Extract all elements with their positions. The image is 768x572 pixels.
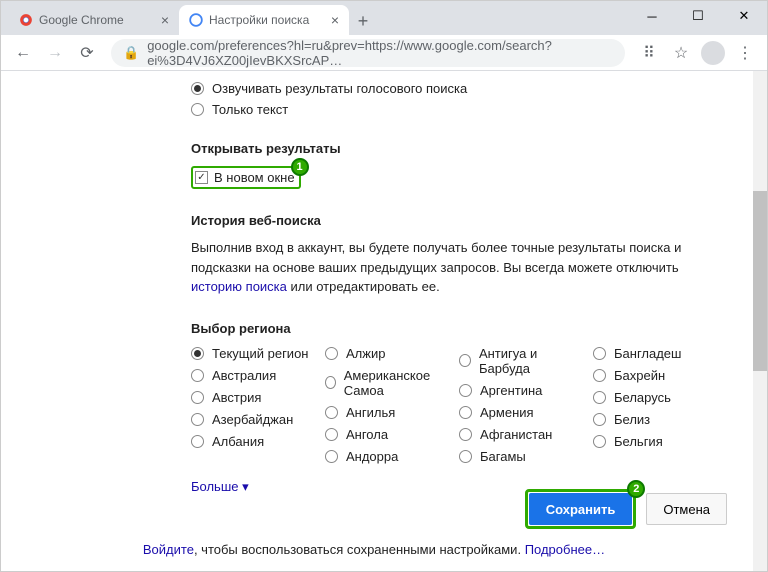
- region-option[interactable]: Белиз: [593, 412, 715, 427]
- forward-button[interactable]: →: [41, 39, 69, 67]
- radio-icon: [191, 347, 204, 360]
- radio-icon: [325, 406, 338, 419]
- region-option[interactable]: Австралия: [191, 368, 313, 383]
- new-tab-button[interactable]: +: [349, 7, 377, 35]
- radio-icon: [459, 354, 471, 367]
- region-option[interactable]: Азербайджан: [191, 412, 313, 427]
- url-text: google.com/preferences?hl=ru&prev=https:…: [147, 38, 613, 68]
- bookmark-icon[interactable]: ☆: [667, 39, 695, 67]
- maximize-button[interactable]: ☐: [675, 1, 721, 31]
- section-region: Выбор региона: [191, 321, 767, 336]
- back-button[interactable]: ←: [9, 39, 37, 67]
- region-option[interactable]: Аргентина: [459, 383, 581, 398]
- footer-actions: Сохранить 2 Отмена: [525, 489, 727, 529]
- section-history: История веб-поиска: [191, 213, 767, 228]
- region-option[interactable]: Австрия: [191, 390, 313, 405]
- region-grid: Текущий регион Австралия Австрия Азербайджа…: [191, 346, 767, 471]
- lock-icon: 🔒: [123, 45, 139, 61]
- avatar[interactable]: [699, 39, 727, 67]
- radio-icon: [459, 450, 472, 463]
- reload-button[interactable]: ⟳: [73, 39, 101, 67]
- chevron-down-icon: ▾: [242, 479, 249, 494]
- radio-icon: [191, 413, 204, 426]
- radio-icon: [593, 413, 606, 426]
- radio-icon: [593, 391, 606, 404]
- chrome-icon: [19, 13, 33, 27]
- save-button[interactable]: Сохранить: [529, 493, 633, 525]
- section-open-results: Открывать результаты: [191, 141, 767, 156]
- radio-icon: [593, 435, 606, 448]
- new-window-checkbox[interactable]: ✓ В новом окне: [195, 170, 295, 185]
- radio-icon: [191, 391, 204, 404]
- region-option[interactable]: Бахрейн: [593, 368, 715, 383]
- region-option[interactable]: Афганистан: [459, 427, 581, 442]
- region-option[interactable]: Алжир: [325, 346, 447, 361]
- page-content: Озвучивать результаты голосового поиска …: [1, 71, 767, 571]
- voice-option-text[interactable]: Только текст: [191, 102, 767, 117]
- close-button[interactable]: ✕: [721, 1, 767, 31]
- region-option[interactable]: Албания: [191, 434, 313, 449]
- radio-icon: [459, 428, 472, 441]
- region-option[interactable]: Беларусь: [593, 390, 715, 405]
- browser-titlebar: Google Chrome × Настройки поиска × + ─ ☐…: [1, 1, 767, 35]
- voice-option-speak[interactable]: Озвучивать результаты голосового поиска: [191, 81, 767, 96]
- radio-icon: [325, 428, 338, 441]
- browser-toolbar: ← → ⟳ 🔒 google.com/preferences?hl=ru&pre…: [1, 35, 767, 71]
- radio-icon: [459, 384, 472, 397]
- radio-icon: [191, 103, 204, 116]
- tab-title: Настройки поиска: [209, 13, 309, 27]
- footer-signin-text: Войдите, чтобы воспользоваться сохраненн…: [1, 542, 747, 557]
- region-option[interactable]: Ангилья: [325, 405, 447, 420]
- region-option[interactable]: Ангола: [325, 427, 447, 442]
- close-icon[interactable]: ×: [161, 12, 169, 28]
- close-icon[interactable]: ×: [331, 12, 339, 28]
- history-description: Выполнив вход в аккаунт, вы будете получ…: [191, 238, 721, 297]
- radio-icon: [325, 347, 338, 360]
- radio-icon: [191, 435, 204, 448]
- region-option[interactable]: Багамы: [459, 449, 581, 464]
- region-option[interactable]: Текущий регион: [191, 346, 313, 361]
- tab-1[interactable]: Настройки поиска ×: [179, 5, 349, 35]
- radio-icon: [325, 376, 336, 389]
- cancel-button[interactable]: Отмена: [646, 493, 727, 525]
- history-link[interactable]: историю поиска: [191, 279, 287, 294]
- scrollbar[interactable]: [753, 71, 767, 571]
- region-option[interactable]: Бангладеш: [593, 346, 715, 361]
- region-option[interactable]: Армения: [459, 405, 581, 420]
- radio-icon: [593, 347, 606, 360]
- address-bar[interactable]: 🔒 google.com/preferences?hl=ru&prev=http…: [111, 39, 625, 67]
- radio-icon: [593, 369, 606, 382]
- region-option[interactable]: Бельгия: [593, 434, 715, 449]
- radio-icon: [191, 369, 204, 382]
- checkbox-icon: ✓: [195, 171, 208, 184]
- highlight-save: Сохранить 2: [525, 489, 637, 529]
- radio-icon: [191, 82, 204, 95]
- region-option[interactable]: Андорра: [325, 449, 447, 464]
- minimize-button[interactable]: ─: [629, 1, 675, 31]
- radio-icon: [325, 450, 338, 463]
- translate-icon[interactable]: ⠿: [635, 39, 663, 67]
- scroll-thumb[interactable]: [753, 191, 767, 371]
- annotation-badge-1: 1: [291, 158, 309, 176]
- learn-more-link[interactable]: Подробнее…: [525, 542, 605, 557]
- signin-link[interactable]: Войдите: [143, 542, 194, 557]
- region-more-link[interactable]: Больше ▾: [191, 479, 249, 495]
- region-option[interactable]: Антигуа и Барбуда: [459, 346, 581, 376]
- annotation-badge-2: 2: [627, 480, 645, 498]
- tab-title: Google Chrome: [39, 13, 124, 27]
- region-option[interactable]: Американское Самоа: [325, 368, 447, 398]
- radio-icon: [459, 406, 472, 419]
- google-icon: [189, 13, 203, 27]
- highlight-checkbox: ✓ В новом окне 1: [191, 166, 301, 189]
- tab-0[interactable]: Google Chrome ×: [9, 5, 179, 35]
- menu-button[interactable]: ⋮: [731, 39, 759, 67]
